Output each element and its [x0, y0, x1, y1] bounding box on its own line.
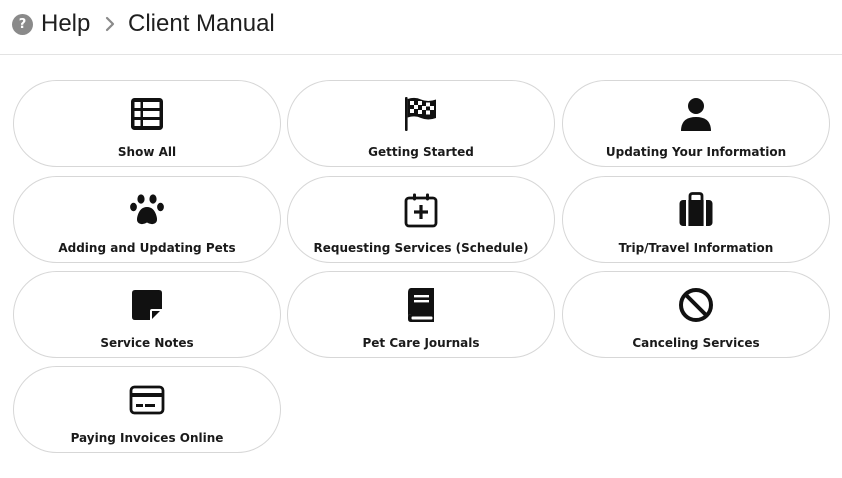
topic-label: Requesting Services (Schedule) — [313, 241, 529, 255]
page-title: Client Manual — [128, 10, 275, 37]
topic-label: Trip/Travel Information — [618, 241, 774, 255]
book-icon — [408, 288, 434, 322]
topic-label: Adding and Updating Pets — [58, 241, 236, 255]
topic-label: Show All — [117, 145, 177, 159]
topic-card-show-all[interactable]: Show All — [13, 80, 281, 167]
calendar-plus-icon — [404, 193, 438, 228]
help-circle-icon: ? — [12, 14, 33, 35]
topic-card-adding-and-updating-pets[interactable]: Adding and Updating Pets — [13, 176, 281, 263]
topic-label: Pet Care Journals — [362, 336, 480, 350]
suitcase-icon — [679, 192, 713, 226]
topic-label: Updating Your Information — [605, 145, 787, 159]
topic-card-requesting-services[interactable]: Requesting Services (Schedule) — [287, 176, 555, 263]
topic-card-trip-travel-information[interactable]: Trip/Travel Information — [562, 176, 830, 263]
topic-card-getting-started[interactable]: Getting Started — [287, 80, 555, 167]
topic-card-service-notes[interactable]: Service Notes — [13, 271, 281, 358]
topic-card-canceling-services[interactable]: Canceling Services — [562, 271, 830, 358]
topic-label: Getting Started — [368, 145, 474, 159]
ban-icon — [679, 288, 713, 322]
breadcrumb-header: ? Help Client Manual — [0, 0, 842, 55]
topic-card-pet-care-journals[interactable]: Pet Care Journals — [287, 271, 555, 358]
topic-label: Service Notes — [100, 336, 194, 350]
topic-label: Canceling Services — [632, 336, 760, 350]
sticky-note-icon — [132, 290, 162, 320]
checkered-flag-icon — [405, 97, 436, 131]
topic-card-paying-invoices-online[interactable]: Paying Invoices Online — [13, 366, 281, 453]
paw-icon — [130, 194, 164, 225]
chevron-right-icon — [105, 16, 115, 32]
breadcrumb-help-link[interactable]: Help — [41, 9, 90, 39]
credit-card-icon — [129, 385, 165, 415]
topic-label: Paying Invoices Online — [70, 431, 224, 445]
topic-card-updating-your-information[interactable]: Updating Your Information — [562, 80, 830, 167]
user-icon — [681, 98, 711, 131]
table-list-icon — [131, 98, 163, 130]
